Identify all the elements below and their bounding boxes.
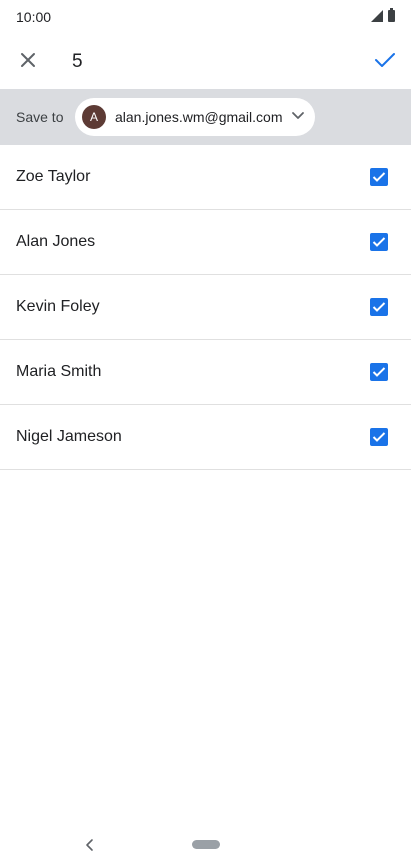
contact-checkbox[interactable] xyxy=(370,233,388,251)
contact-name: Nigel Jameson xyxy=(16,428,122,445)
save-to-label: Save to xyxy=(16,109,64,125)
check-icon xyxy=(375,53,395,67)
account-selector[interactable]: A alan.jones.wm@gmail.com xyxy=(75,98,315,136)
contact-row[interactable]: Kevin Foley xyxy=(0,275,411,340)
contact-checkbox[interactable] xyxy=(370,428,388,446)
contact-list: Zoe Taylor Alan Jones Kevin Foley Maria … xyxy=(0,145,411,470)
contact-name: Kevin Foley xyxy=(16,298,100,315)
contact-checkbox[interactable] xyxy=(370,168,388,186)
battery-icon xyxy=(388,8,395,22)
done-button[interactable] xyxy=(367,42,403,78)
save-to-bar: Save to A alan.jones.wm@gmail.com xyxy=(0,89,411,145)
contact-row[interactable]: Maria Smith xyxy=(0,340,411,405)
checkmark-icon xyxy=(372,302,386,312)
back-icon[interactable] xyxy=(82,835,98,855)
contact-name: Alan Jones xyxy=(16,233,96,250)
home-button[interactable] xyxy=(192,840,220,849)
selected-count: 5 xyxy=(72,51,83,72)
close-icon xyxy=(21,53,35,67)
checkmark-icon xyxy=(372,172,386,182)
checkmark-icon xyxy=(372,237,386,247)
status-bar: 10:00 xyxy=(0,0,411,34)
checkmark-icon xyxy=(372,432,386,442)
contact-name: Zoe Taylor xyxy=(16,168,91,185)
status-icons xyxy=(371,8,395,22)
navigation-bar xyxy=(0,824,411,868)
contact-row[interactable]: Zoe Taylor xyxy=(0,145,411,210)
contact-checkbox[interactable] xyxy=(370,298,388,316)
account-email: alan.jones.wm@gmail.com xyxy=(115,109,283,125)
contact-row[interactable]: Nigel Jameson xyxy=(0,405,411,470)
contact-checkbox[interactable] xyxy=(370,363,388,381)
checkmark-icon xyxy=(372,367,386,377)
top-app-bar: 5 xyxy=(0,34,411,89)
close-button[interactable] xyxy=(10,42,46,78)
contact-name: Maria Smith xyxy=(16,363,102,380)
chevron-down-icon xyxy=(292,112,304,119)
signal-icon xyxy=(371,10,383,22)
status-time: 10:00 xyxy=(16,9,52,25)
avatar: A xyxy=(82,105,106,129)
contact-row[interactable]: Alan Jones xyxy=(0,210,411,275)
